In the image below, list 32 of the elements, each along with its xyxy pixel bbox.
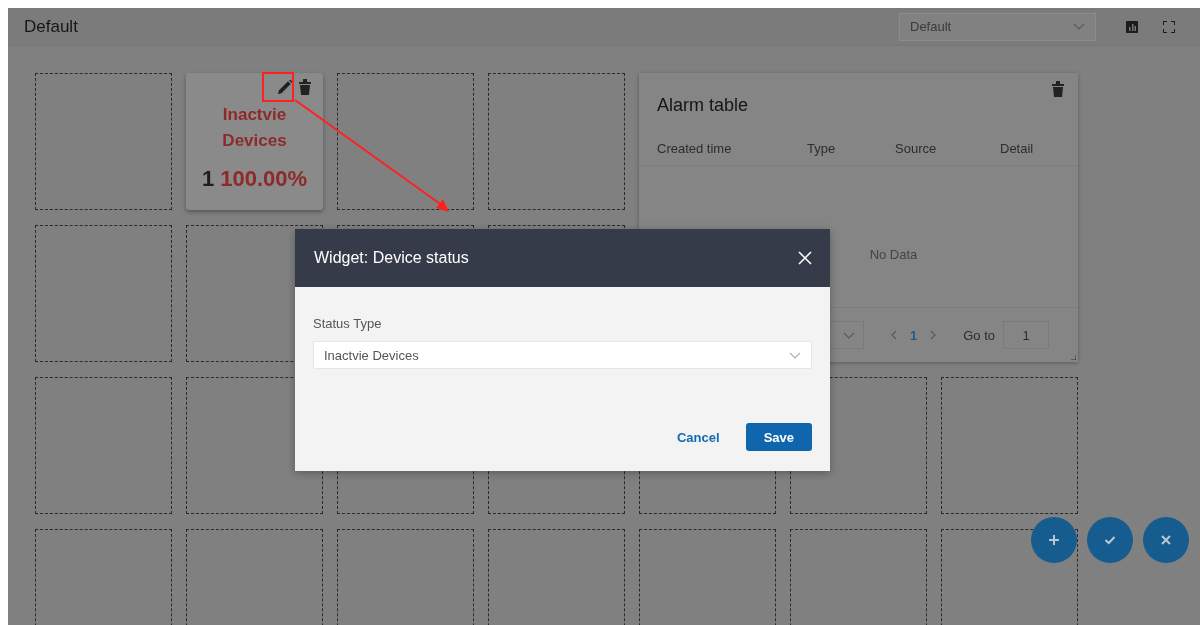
dashboard-title: Default [24, 16, 78, 37]
widget-title: Inactvie Devices [221, 104, 288, 152]
column-header: Source [895, 140, 938, 156]
widget-title: Alarm table [657, 95, 749, 116]
save-button[interactable]: Save [745, 423, 812, 451]
device-count: 1 [201, 166, 215, 192]
fullscreen-icon[interactable] [1163, 20, 1175, 33]
device-percentage: 100.00% [220, 166, 308, 192]
chevron-down-icon [843, 331, 855, 339]
plus-icon [1049, 535, 1059, 545]
column-header: Detail [1000, 140, 1035, 156]
field-label: Status Type [313, 316, 383, 331]
dashboard-select[interactable]: Default [899, 12, 1096, 41]
chevron-down-icon [1073, 23, 1085, 30]
close-icon[interactable] [798, 251, 812, 265]
goto-label: Go to [963, 327, 996, 343]
status-type-select[interactable]: Inactvie Devices [313, 341, 812, 369]
check-icon [1105, 535, 1115, 545]
page-input[interactable]: 1 [1003, 321, 1050, 349]
resize-handle-icon[interactable] [1071, 355, 1076, 360]
column-header: Type [807, 140, 837, 156]
trash-icon[interactable] [299, 79, 311, 95]
chart-icon[interactable] [1126, 20, 1138, 33]
trash-icon[interactable] [1052, 81, 1064, 97]
chevron-down-icon [789, 351, 801, 359]
annotation-highlight-box [262, 72, 294, 102]
close-icon [1161, 535, 1171, 545]
pencil-icon[interactable] [278, 80, 292, 94]
cancel-button[interactable]: Cancel [675, 423, 722, 451]
dialog-title: Widget: Device status [314, 249, 469, 267]
empty-state-text: No Data [869, 247, 918, 262]
column-header: Created time [657, 140, 733, 156]
